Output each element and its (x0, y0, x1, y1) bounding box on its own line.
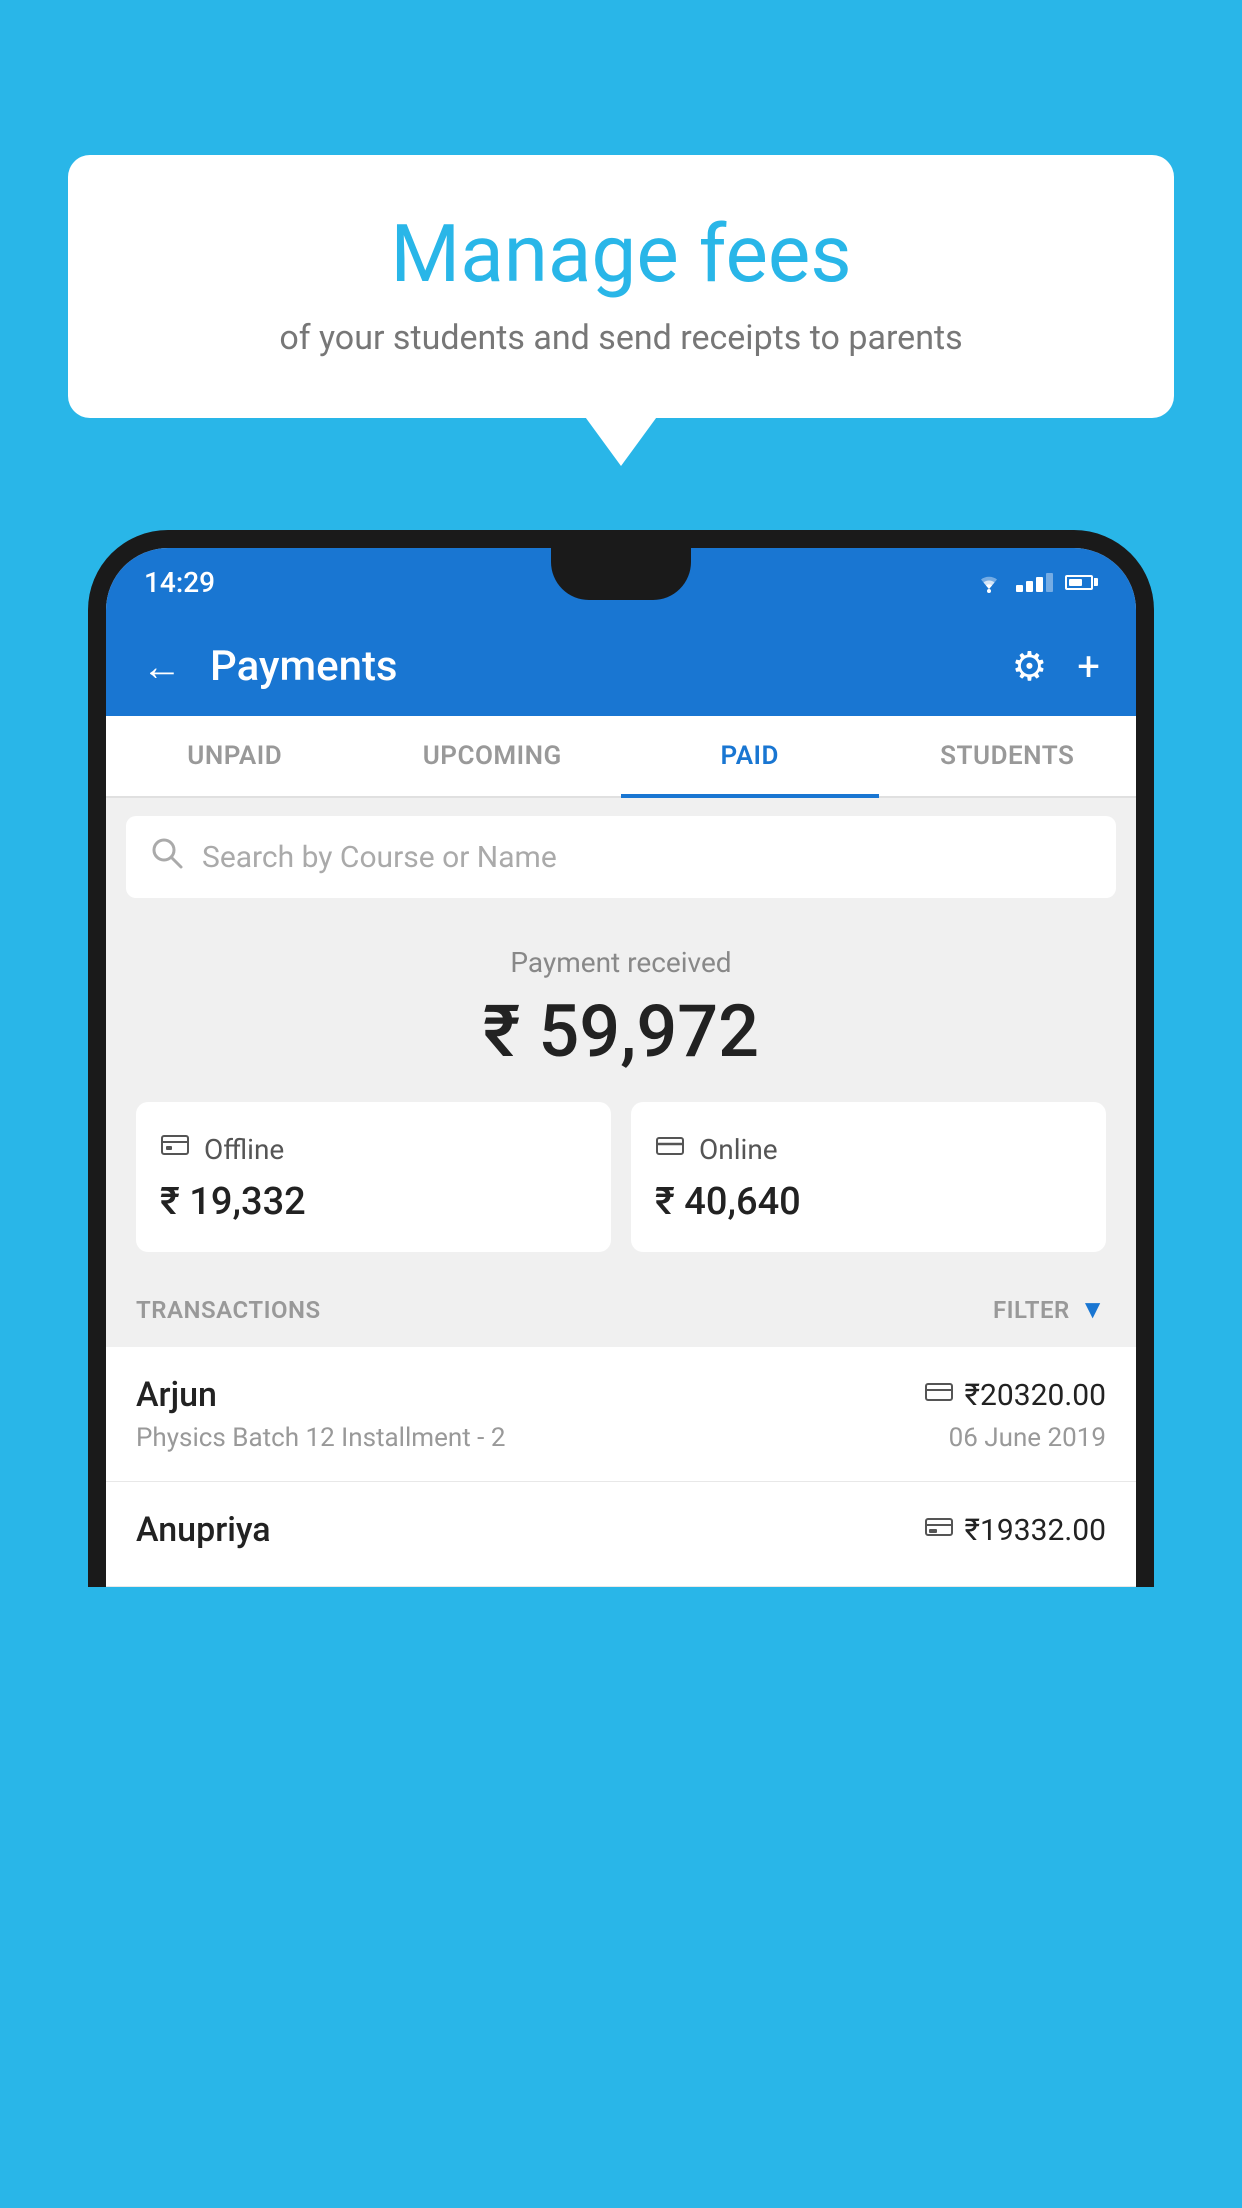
filter-button[interactable]: FILTER ▼ (993, 1294, 1106, 1325)
transaction-amount-row: ₹20320.00 (925, 1378, 1106, 1413)
transaction-amount-value: ₹20320.00 (965, 1378, 1106, 1413)
transaction-name: Arjun (136, 1375, 217, 1415)
tab-paid[interactable]: PAID (621, 716, 879, 796)
online-payment-card: Online ₹ 40,640 (631, 1102, 1106, 1252)
content-area: Search by Course or Name Payment receive… (106, 816, 1136, 1587)
tab-upcoming[interactable]: UPCOMING (364, 716, 622, 796)
status-bar: 14:29 (106, 548, 1136, 616)
transaction-name: Anupriya (136, 1510, 271, 1550)
transactions-label: TRANSACTIONS (136, 1296, 321, 1324)
battery-icon (1065, 575, 1098, 590)
payment-received-label: Payment received (136, 946, 1106, 979)
payment-total-amount: ₹ 59,972 (136, 989, 1106, 1074)
camera-notch (551, 548, 691, 600)
online-tx-icon (925, 1380, 953, 1410)
tabs-bar: UNPAID UPCOMING PAID STUDENTS (106, 716, 1136, 798)
filter-label: FILTER (993, 1296, 1070, 1324)
tab-unpaid[interactable]: UNPAID (106, 716, 364, 796)
search-input[interactable]: Search by Course or Name (202, 840, 557, 875)
wifi-icon (974, 571, 1004, 593)
offline-icon (160, 1130, 190, 1168)
online-icon (655, 1130, 685, 1168)
phone-frame: 14:29 (88, 530, 1154, 2208)
online-type-label: Online (699, 1133, 778, 1166)
speech-bubble: Manage fees of your students and send re… (68, 155, 1174, 418)
signal-icon (1016, 573, 1053, 592)
app-bar: ← Payments ⚙ + (106, 616, 1136, 716)
filter-icon: ▼ (1080, 1294, 1106, 1325)
offline-payment-card: Offline ₹ 19,332 (136, 1102, 611, 1252)
app-bar-actions: ⚙ + (1011, 643, 1100, 690)
offline-tx-icon (925, 1515, 953, 1545)
add-button[interactable]: + (1077, 643, 1100, 690)
status-time: 14:29 (144, 566, 215, 599)
bubble-title: Manage fees (128, 210, 1114, 298)
transaction-amount-value: ₹19332.00 (965, 1513, 1106, 1548)
app-bar-title: Payments (210, 642, 983, 691)
tab-students[interactable]: STUDENTS (879, 716, 1137, 796)
search-container[interactable]: Search by Course or Name (126, 816, 1116, 898)
table-row[interactable]: Arjun ₹20320.00 Physics (106, 1347, 1136, 1482)
table-row[interactable]: Anupriya ₹19332.00 (106, 1482, 1136, 1587)
back-button[interactable]: ← (142, 643, 182, 690)
transaction-amount-row: ₹19332.00 (925, 1513, 1106, 1548)
offline-amount: ₹ 19,332 (160, 1180, 587, 1224)
payment-summary: Payment received ₹ 59,972 (106, 916, 1136, 1272)
transactions-header: TRANSACTIONS FILTER ▼ (106, 1272, 1136, 1347)
payment-cards: Offline ₹ 19,332 (136, 1102, 1106, 1252)
settings-button[interactable]: ⚙ (1011, 643, 1047, 690)
search-icon (150, 836, 184, 879)
transaction-desc: Physics Batch 12 Installment - 2 (136, 1423, 505, 1453)
online-amount: ₹ 40,640 (655, 1180, 1082, 1224)
status-icons (974, 571, 1098, 593)
transaction-date: 06 June 2019 (949, 1423, 1106, 1453)
offline-type-label: Offline (204, 1133, 284, 1166)
bubble-subtitle: of your students and send receipts to pa… (128, 318, 1114, 358)
